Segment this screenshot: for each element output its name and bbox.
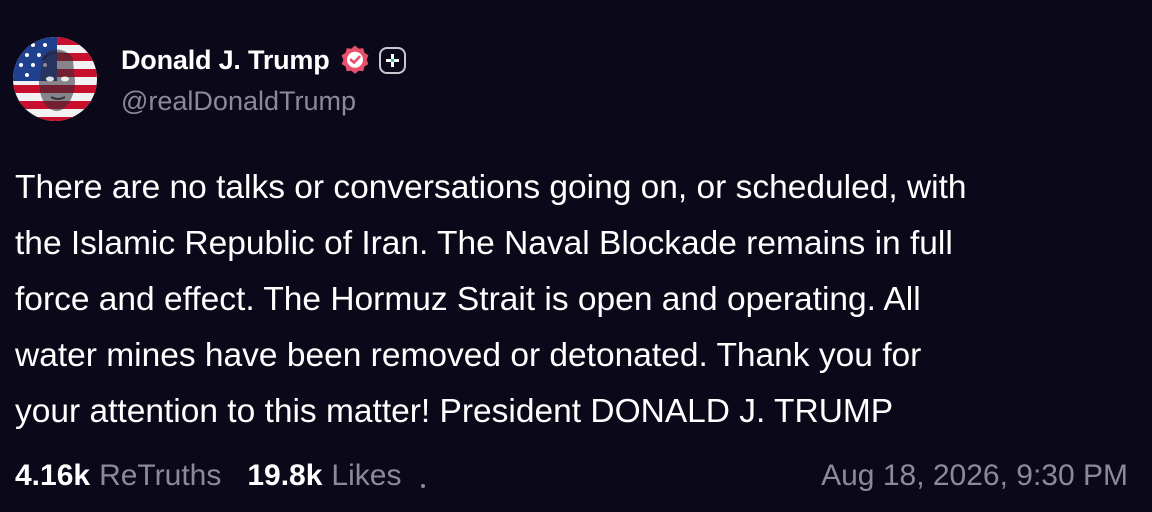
avatar-flag-portrait-icon — [13, 37, 97, 121]
likes-count: 19.8k — [247, 459, 323, 492]
retruths-count: 4.16k — [15, 459, 91, 492]
retruths-label: ReTruths — [99, 459, 222, 492]
retruths-stat[interactable]: 4.16k ReTruths — [15, 459, 221, 493]
author-display-name[interactable]: Donald J. Trump — [121, 45, 330, 76]
verified-badge-icon — [339, 44, 371, 76]
author-name-row: Donald J. Trump — [121, 42, 406, 78]
truth-post: Donald J. Trump @realDonaldTrump There a… — [0, 0, 1152, 512]
post-body-line: your attention to this matter! President… — [15, 393, 894, 430]
post-body-line: There are no talks or conversations goin… — [15, 169, 967, 206]
post-body-line: the Islamic Republic of Iran. The Naval … — [15, 225, 953, 262]
separator-dot — [421, 484, 426, 488]
likes-stat[interactable]: 19.8k Likes — [247, 459, 401, 493]
likes-label: Likes — [331, 459, 402, 492]
plus-badge[interactable] — [378, 46, 406, 74]
post-timestamp[interactable]: Aug 18, 2026, 9:30 PM — [821, 459, 1128, 493]
author-avatar[interactable] — [13, 37, 97, 121]
author-handle[interactable]: @realDonaldTrump — [121, 86, 356, 117]
post-body: There are no talks or conversations goin… — [15, 160, 1135, 440]
post-footer: 4.16k ReTruths 19.8k Likes Aug 18, 2026,… — [15, 454, 1128, 498]
post-body-line: water mines have been removed or detonat… — [15, 337, 922, 374]
plus-icon — [385, 53, 399, 67]
post-body-line: force and effect. The Hormuz Strait is o… — [15, 281, 921, 318]
